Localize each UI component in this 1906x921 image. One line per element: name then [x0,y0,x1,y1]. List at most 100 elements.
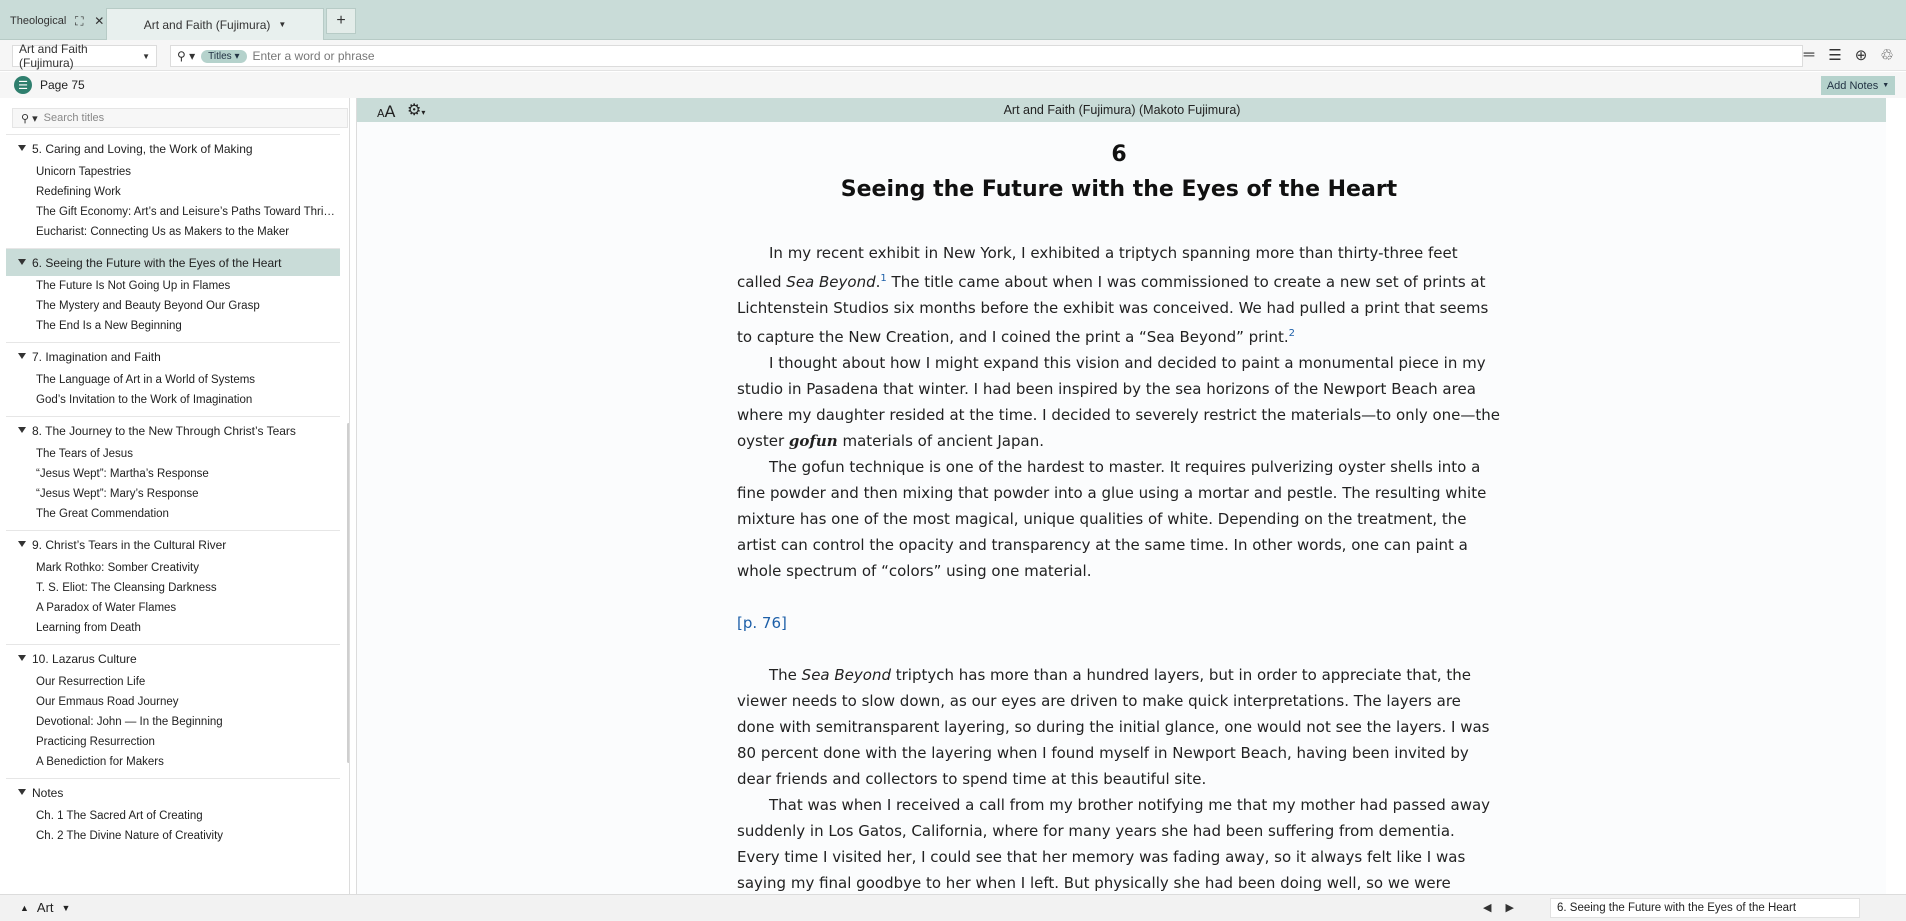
toc-section[interactable]: T. S. Eliot: The Cleansing Darkness [6,578,340,598]
toc-gap [6,846,340,852]
close-icon[interactable]: ✕ [92,14,106,28]
toolbar: Art and Faith (Fujimura) ▼ ⚲ ▾ Titles ▾ … [0,40,1906,71]
toc-chapter-label: 8. The Journey to the New Through Christ… [32,423,296,438]
toc-section[interactable]: “Jesus Wept”: Martha’s Response [6,464,340,484]
toolbar-actions: ═ ☰ ⊕ ♲ [1800,46,1896,64]
layout-select[interactable]: ▲ Art ▼ [20,900,70,915]
add-notes-button[interactable]: Add Notes ▼ [1821,76,1895,95]
paragraph: The gofun technique is one of the hardes… [737,458,1487,580]
toc-section[interactable]: The End Is a New Beginning [6,316,340,336]
toc-chapter-label: 6. Seeing the Future with the Eyes of th… [32,255,282,270]
status-bar: ▲ Art ▼ ◀ ▶ 6. Seeing the Future with th… [0,894,1906,921]
resource-select-value: Art and Faith (Fujimura) [19,42,88,70]
reader-title: Art and Faith (Fujimura) (Makoto Fujimur… [1003,103,1241,117]
search-box[interactable]: ⚲ ▾ Titles ▾ Enter a word or phrase [170,45,1803,67]
toc-section[interactable]: The Mystery and Beauty Beyond Our Grasp [6,296,340,316]
layout-icon[interactable]: ⛶ [72,14,86,28]
toc-chapter[interactable]: Notes [6,778,340,806]
toc-section[interactable]: The Language of Art in a World of System… [6,370,340,390]
next-icon[interactable]: ▶ [1505,901,1513,914]
chevron-down-icon[interactable]: ▼ [62,903,71,913]
collapse-triangle-icon[interactable] [18,427,26,433]
parallel-icon[interactable]: ═ [1800,46,1818,64]
tab-label: Art and Faith (Fujimura) [143,17,271,32]
search-icon[interactable]: ⚲ ▾ [177,49,195,63]
toc-chapter[interactable]: 7. Imagination and Faith [6,342,340,370]
toc-section[interactable]: Mark Rothko: Somber Creativity [6,558,340,578]
toc-chapter-label: 9. Christ’s Tears in the Cultural River [32,537,227,552]
tab-group-label[interactable]: Theological [10,15,66,27]
sidebar: ⚲ ▾ Search titles 5. Caring and Loving, … [6,98,350,894]
toc-chapter[interactable]: 8. The Journey to the New Through Christ… [6,416,340,444]
paragraph: That was when I received a call from my … [737,796,1491,892]
toc-chapter-label: 7. Imagination and Faith [32,349,161,364]
current-section-field[interactable]: 6. Seeing the Future with the Eyes of th… [1550,898,1860,918]
tab-bar: Theological ⛶ ✕ Art and Faith (Fujimura)… [0,0,1906,40]
add-tab-button[interactable]: + [326,8,356,34]
chevron-down-icon: ▼ [142,51,150,61]
paragraph: I thought about how I might expand this … [737,354,1501,450]
title-search-input[interactable]: Search titles [44,112,105,124]
chevron-down-icon[interactable]: ▼ [278,20,286,29]
chapter-number: 6 [1111,142,1127,167]
toc-section[interactable]: Learning from Death [6,618,340,638]
tab-group[interactable]: Theological ⛶ ✕ [4,6,112,36]
toc-chapter-label: 5. Caring and Loving, the Work of Making [32,141,253,156]
recycle-icon[interactable]: ♲ [1878,46,1896,64]
footnote-link[interactable]: 2 [1289,328,1295,339]
toc-section[interactable]: Eucharist: Connecting Us as Makers to th… [6,222,340,242]
toc-section[interactable]: Practicing Resurrection [6,732,340,752]
collapse-triangle-icon[interactable] [18,541,26,547]
article: 6 Seeing the Future with the Eyes of the… [737,122,1501,894]
search-icon[interactable]: ⚲ ▾ [21,112,38,125]
toc-section[interactable]: The Future Is Not Going Up in Flames [6,276,340,296]
collapse-triangle-icon[interactable] [18,145,26,151]
add-circle-icon[interactable]: ⊕ [1852,46,1870,64]
search-mode-pill[interactable]: Titles ▾ [201,49,247,63]
toc-section[interactable]: “Jesus Wept”: Mary’s Response [6,484,340,504]
paragraph: The Sea Beyond triptych has more than a … [737,666,1490,788]
table-of-contents: 5. Caring and Loving, the Work of Making… [6,128,340,878]
toc-section[interactable]: The Great Commendation [6,504,340,524]
page-strip: ☰ Page 75 Add Notes ▼ [0,72,1906,98]
toc-section[interactable]: The Gift Economy: Art’s and Leisure’s Pa… [6,202,340,222]
toc-icon[interactable]: ☰ [14,76,32,94]
toc-section[interactable]: Ch. 1 The Sacred Art of Creating [6,806,340,826]
paragraph: In my recent exhibit in New York, I exhi… [737,244,1489,346]
toc-section[interactable]: Unicorn Tapestries [6,162,340,182]
collapse-triangle-icon[interactable] [18,259,26,265]
collapse-triangle-icon[interactable] [18,789,26,795]
sidebar-scrollbar[interactable] [347,423,349,763]
toc-chapter-label: Notes [32,785,64,800]
toc-chapter-label: 10. Lazarus Culture [32,651,137,666]
toc-section[interactable]: Redefining Work [6,182,340,202]
collapse-triangle-icon[interactable] [18,353,26,359]
toc-section[interactable]: The Tears of Jesus [6,444,340,464]
toc-chapter[interactable]: 5. Caring and Loving, the Work of Making [6,134,340,162]
toc-section[interactable]: A Benediction for Makers [6,752,340,772]
toc-section[interactable]: Our Emmaus Road Journey [6,692,340,712]
toc-chapter[interactable]: 6. Seeing the Future with the Eyes of th… [6,248,340,276]
outline-icon[interactable]: ☰ [1826,46,1844,64]
tab-active[interactable]: Art and Faith (Fujimura) ▼ [106,8,324,40]
toc-section[interactable]: Ch. 2 The Divine Nature of Creativity [6,826,340,846]
toc-section[interactable]: Devotional: John — In the Beginning [6,712,340,732]
section-nav: ◀ ▶ [1483,901,1514,914]
prev-icon[interactable]: ◀ [1483,901,1491,914]
expand-up-icon[interactable]: ▲ [20,903,29,913]
resource-select[interactable]: Art and Faith (Fujimura) ▼ [12,42,157,70]
toc-section[interactable]: A Paradox of Water Flames [6,598,340,618]
collapse-triangle-icon[interactable] [18,655,26,661]
toc-chapter[interactable]: 10. Lazarus Culture [6,644,340,672]
chapter-title: Seeing the Future with the Eyes of the H… [840,177,1398,202]
toc-chapter[interactable]: 9. Christ’s Tears in the Cultural River [6,530,340,558]
reader-pane: AA ⚙▾ Art and Faith (Fujimura) (Makoto F… [356,98,1886,894]
page-marker-link[interactable]: [p. 76] [737,610,1501,636]
layout-name: Art [36,900,54,915]
title-search[interactable]: ⚲ ▾ Search titles [12,108,348,128]
page-indicator: Page 75 [40,78,85,92]
toc-section[interactable]: God’s Invitation to the Work of Imaginat… [6,390,340,410]
reader-header: AA ⚙▾ Art and Faith (Fujimura) (Makoto F… [357,98,1886,122]
toc-section[interactable]: Our Resurrection Life [6,672,340,692]
search-input[interactable]: Enter a word or phrase [253,49,375,63]
